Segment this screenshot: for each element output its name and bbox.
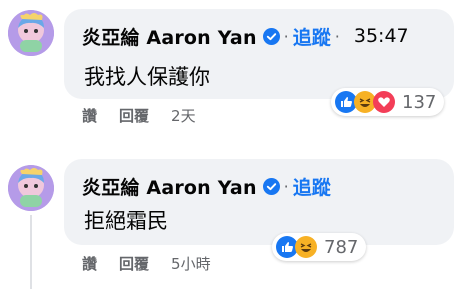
reply-button[interactable]: 回覆 [119, 105, 149, 126]
comment-bubble: 炎亞綸 Aaron Yan · 追蹤 拒絕霜民 [64, 159, 454, 245]
comment-bubble: 炎亞綸 Aaron Yan · 追蹤 · 35:47 我找人保護你 [64, 9, 454, 99]
reaction-count: 137 [402, 91, 437, 113]
avatar[interactable] [8, 10, 54, 56]
reply-button[interactable]: 回覆 [119, 253, 149, 274]
reactions-summary[interactable]: 787 [272, 233, 367, 261]
love-reaction-icon [373, 91, 395, 113]
thread-line [30, 215, 32, 289]
like-button[interactable]: 讚 [82, 253, 97, 274]
reactions-summary[interactable]: 137 [331, 88, 445, 116]
comment: 炎亞綸 Aaron Yan · 追蹤 拒絕霜民 787 讚 回覆 5小時 [0, 155, 474, 289]
comment: 炎亞綸 Aaron Yan · 追蹤 · 35:47 我找人保護你 137 讚 … [0, 0, 474, 130]
comment-timestamp[interactable]: 2天 [171, 105, 196, 126]
avatar[interactable] [8, 165, 54, 211]
comment-actions: 讚 回覆 5小時 [82, 253, 211, 274]
reaction-count: 787 [324, 236, 359, 258]
comment-text: 我找人保護你 [84, 65, 210, 89]
verified-badge-icon [262, 177, 280, 195]
like-button[interactable]: 讚 [82, 105, 97, 126]
verified-badge-icon [262, 27, 280, 45]
comment-text: 拒絕霜民 [84, 209, 168, 233]
author-name[interactable]: 炎亞綸 Aaron Yan [82, 23, 257, 50]
follow-button[interactable]: 追蹤 [293, 173, 331, 200]
separator-dot: · [334, 26, 340, 46]
separator-dot: · [283, 176, 289, 196]
follow-button[interactable]: 追蹤 [293, 23, 331, 50]
comment-timestamp[interactable]: 5小時 [171, 253, 211, 274]
comment-header: 炎亞綸 Aaron Yan · 追蹤 [82, 171, 331, 201]
video-timestamp[interactable]: 35:47 [354, 25, 409, 47]
author-name[interactable]: 炎亞綸 Aaron Yan [82, 173, 257, 200]
comment-actions: 讚 回覆 2天 [82, 105, 196, 126]
haha-reaction-icon [295, 236, 317, 258]
separator-dot: · [283, 26, 289, 46]
comment-header: 炎亞綸 Aaron Yan · 追蹤 · 35:47 [82, 21, 409, 51]
